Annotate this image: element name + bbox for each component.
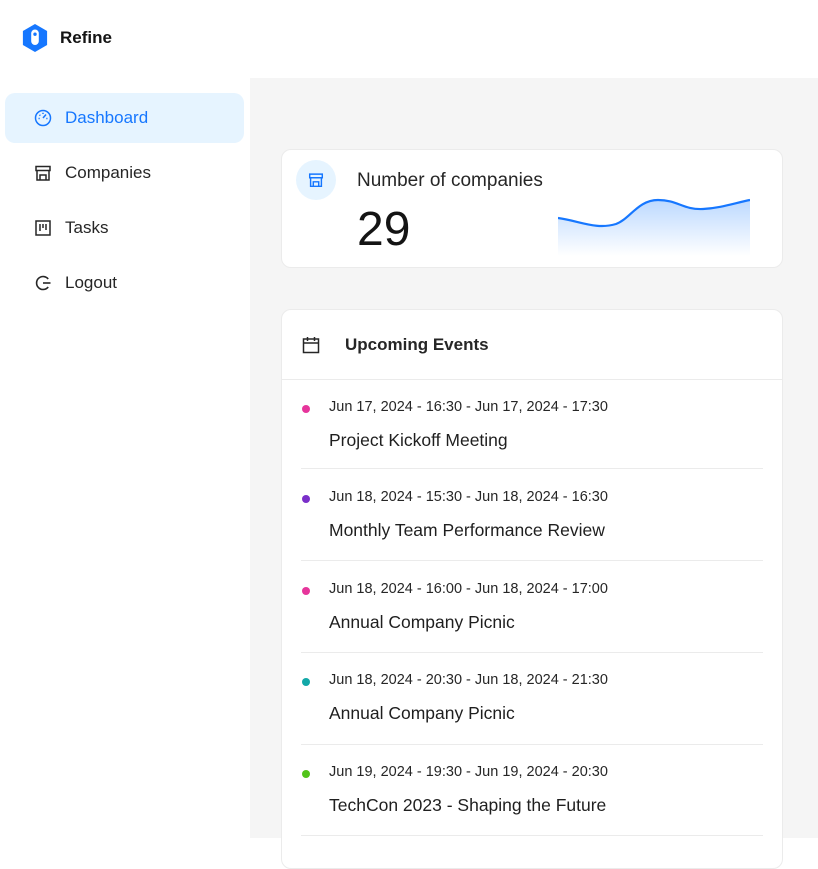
event-color-dot: [302, 678, 310, 686]
sidebar-item-label: Logout: [65, 273, 117, 292]
app-header: Refine: [0, 0, 818, 78]
event-title: TechCon 2023 - Shaping the Future: [329, 795, 607, 815]
event-title: Monthly Team Performance Review: [329, 520, 605, 540]
events-card-header: Upcoming Events: [282, 310, 782, 380]
sidebar-item-label: Companies: [65, 163, 151, 182]
shop-icon: [33, 163, 53, 183]
event-list-item[interactable]: Jun 18, 2024 - 20:30 - Jun 18, 2024 - 21…: [301, 653, 763, 745]
event-title: Project Kickoff Meeting: [329, 430, 508, 450]
event-title: Annual Company Picnic: [329, 703, 515, 723]
sidebar: Dashboard Companies Tasks Logout: [0, 78, 250, 838]
event-list-item[interactable]: Jun 19, 2024 - 19:30 - Jun 19, 2024 - 20…: [301, 745, 763, 836]
main-content: Number of companies 29 Upcoming Events J…: [250, 78, 818, 869]
event-color-dot: [302, 495, 310, 503]
shop-icon: [308, 173, 324, 188]
upcoming-events-card: Upcoming Events Jun 17, 2024 - 16:30 - J…: [281, 309, 783, 869]
app-brand-name: Refine: [60, 28, 112, 47]
stat-label: Number of companies: [357, 170, 543, 191]
event-title: Annual Company Picnic: [329, 612, 515, 632]
stat-value: 29: [357, 203, 411, 256]
stat-icon-badge: [296, 160, 336, 200]
sidebar-item-dashboard[interactable]: Dashboard: [5, 93, 244, 143]
logout-icon: [33, 273, 53, 293]
event-time: Jun 18, 2024 - 15:30 - Jun 18, 2024 - 16…: [329, 489, 608, 505]
event-time: Jun 18, 2024 - 16:00 - Jun 18, 2024 - 17…: [329, 581, 608, 597]
refine-logo-icon[interactable]: [20, 23, 50, 53]
sidebar-item-label: Tasks: [65, 218, 109, 237]
event-list-item[interactable]: Jun 18, 2024 - 16:00 - Jun 18, 2024 - 17…: [301, 562, 763, 653]
event-time: Jun 18, 2024 - 20:30 - Jun 18, 2024 - 21…: [329, 672, 608, 688]
sidebar-item-companies[interactable]: Companies: [5, 148, 244, 198]
calendar-icon: [301, 335, 321, 355]
sidebar-item-logout[interactable]: Logout: [5, 258, 244, 308]
companies-sparkline: [558, 198, 750, 256]
companies-count-card: Number of companies 29: [281, 149, 783, 268]
event-list-item[interactable]: Jun 17, 2024 - 16:30 - Jun 17, 2024 - 17…: [301, 380, 763, 469]
event-color-dot: [302, 405, 310, 413]
sidebar-item-label: Dashboard: [65, 108, 149, 127]
event-color-dot: [302, 587, 310, 595]
event-color-dot: [302, 770, 310, 778]
events-title: Upcoming Events: [345, 334, 489, 354]
kanban-icon: [33, 218, 53, 238]
event-time: Jun 17, 2024 - 16:30 - Jun 17, 2024 - 17…: [329, 399, 608, 415]
dashboard-icon: [33, 108, 53, 128]
sidebar-item-tasks[interactable]: Tasks: [5, 203, 244, 253]
event-list-item[interactable]: Jun 18, 2024 - 15:30 - Jun 18, 2024 - 16…: [301, 470, 763, 561]
event-time: Jun 19, 2024 - 19:30 - Jun 19, 2024 - 20…: [329, 764, 608, 780]
